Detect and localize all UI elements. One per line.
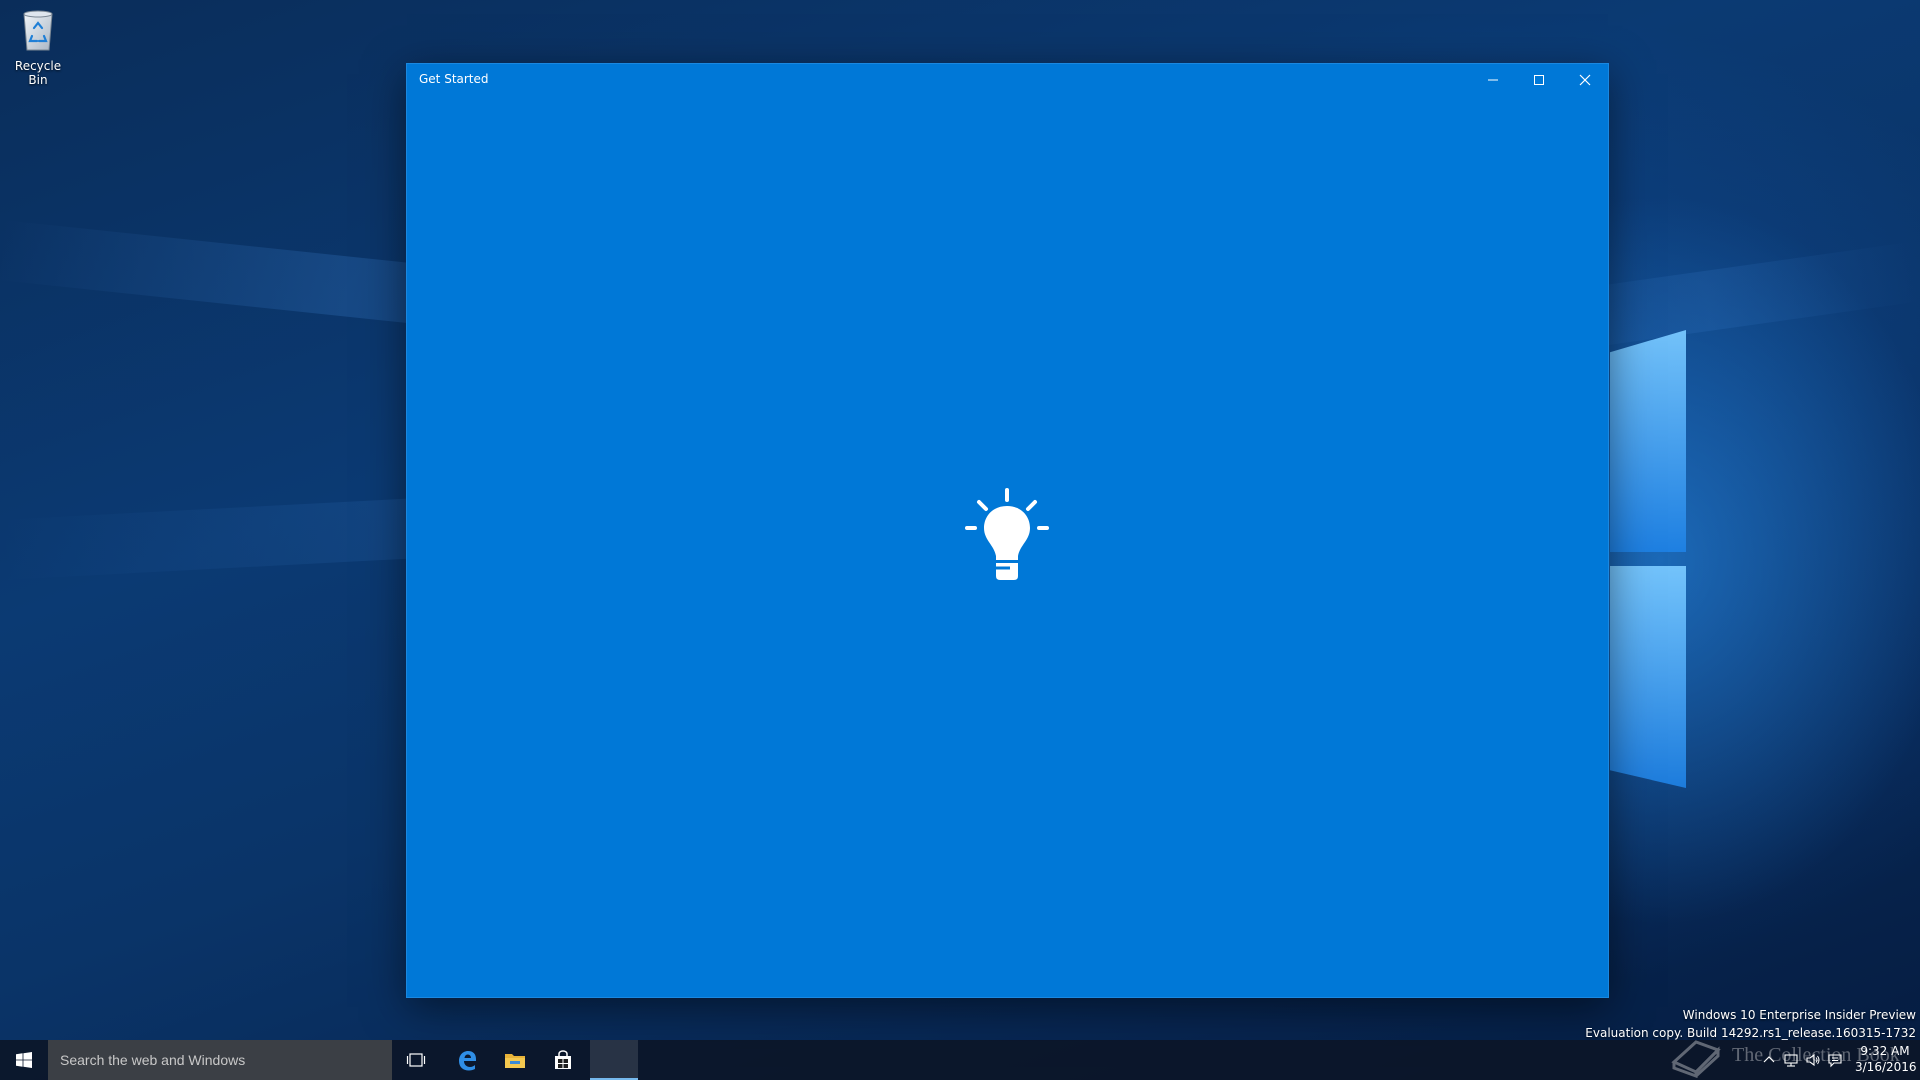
minimize-icon xyxy=(1488,79,1498,81)
clock-time: 9:32 AM xyxy=(1860,1044,1910,1058)
get-started-taskbar-button[interactable] xyxy=(590,1040,638,1080)
chevron-up-icon[interactable] xyxy=(1761,1052,1777,1068)
watermark-edition: Windows 10 Enterprise Insider Preview xyxy=(1682,1008,1916,1022)
windows-start-icon xyxy=(16,1052,32,1068)
windows-logo-wallpaper xyxy=(1610,330,1690,800)
system-tray: 9:32 AM 3/16/2016 xyxy=(1755,1040,1920,1080)
taskbar-search-input[interactable] xyxy=(48,1040,392,1080)
logo-pane-top xyxy=(1610,330,1686,552)
taskbar-clock[interactable]: 9:32 AM 3/16/2016 xyxy=(1855,1043,1917,1075)
edge-taskbar-button[interactable] xyxy=(443,1040,491,1080)
maximize-icon xyxy=(1534,75,1544,85)
minimize-button[interactable] xyxy=(1470,64,1516,96)
window-title-bar[interactable]: Get Started xyxy=(407,64,1608,96)
recycle-bin-icon xyxy=(23,10,53,51)
task-view-icon xyxy=(406,1053,426,1067)
close-icon xyxy=(1579,74,1591,86)
network-icon[interactable] xyxy=(1783,1052,1799,1068)
window-title: Get Started xyxy=(419,72,489,86)
store-taskbar-button[interactable] xyxy=(539,1040,587,1080)
action-center-icon[interactable] xyxy=(1827,1052,1843,1068)
start-button[interactable] xyxy=(0,1040,48,1080)
close-button[interactable] xyxy=(1562,64,1608,96)
os-build-watermark: Windows 10 Enterprise Insider Preview Ev… xyxy=(1585,1006,1916,1042)
desktop: Recycle Bin Get Started Windows 10 Enter… xyxy=(0,0,1920,1080)
edge-icon xyxy=(459,1051,476,1071)
file-explorer-taskbar-button[interactable] xyxy=(491,1040,539,1080)
clock-date: 3/16/2016 xyxy=(1855,1060,1917,1074)
logo-pane-bottom xyxy=(1610,566,1686,788)
store-icon xyxy=(555,1050,571,1069)
get-started-window[interactable]: Get Started xyxy=(407,64,1608,997)
volume-icon[interactable] xyxy=(1805,1052,1821,1068)
maximize-button[interactable] xyxy=(1516,64,1562,96)
lightbulb-icon xyxy=(965,488,1049,580)
task-view-button[interactable] xyxy=(392,1040,440,1080)
recycle-bin-label: Recycle Bin xyxy=(14,59,62,87)
file-explorer-icon xyxy=(505,1054,525,1068)
recycle-bin-shortcut[interactable]: Recycle Bin xyxy=(4,8,72,87)
taskbar: 9:32 AM 3/16/2016 xyxy=(0,1040,1920,1080)
